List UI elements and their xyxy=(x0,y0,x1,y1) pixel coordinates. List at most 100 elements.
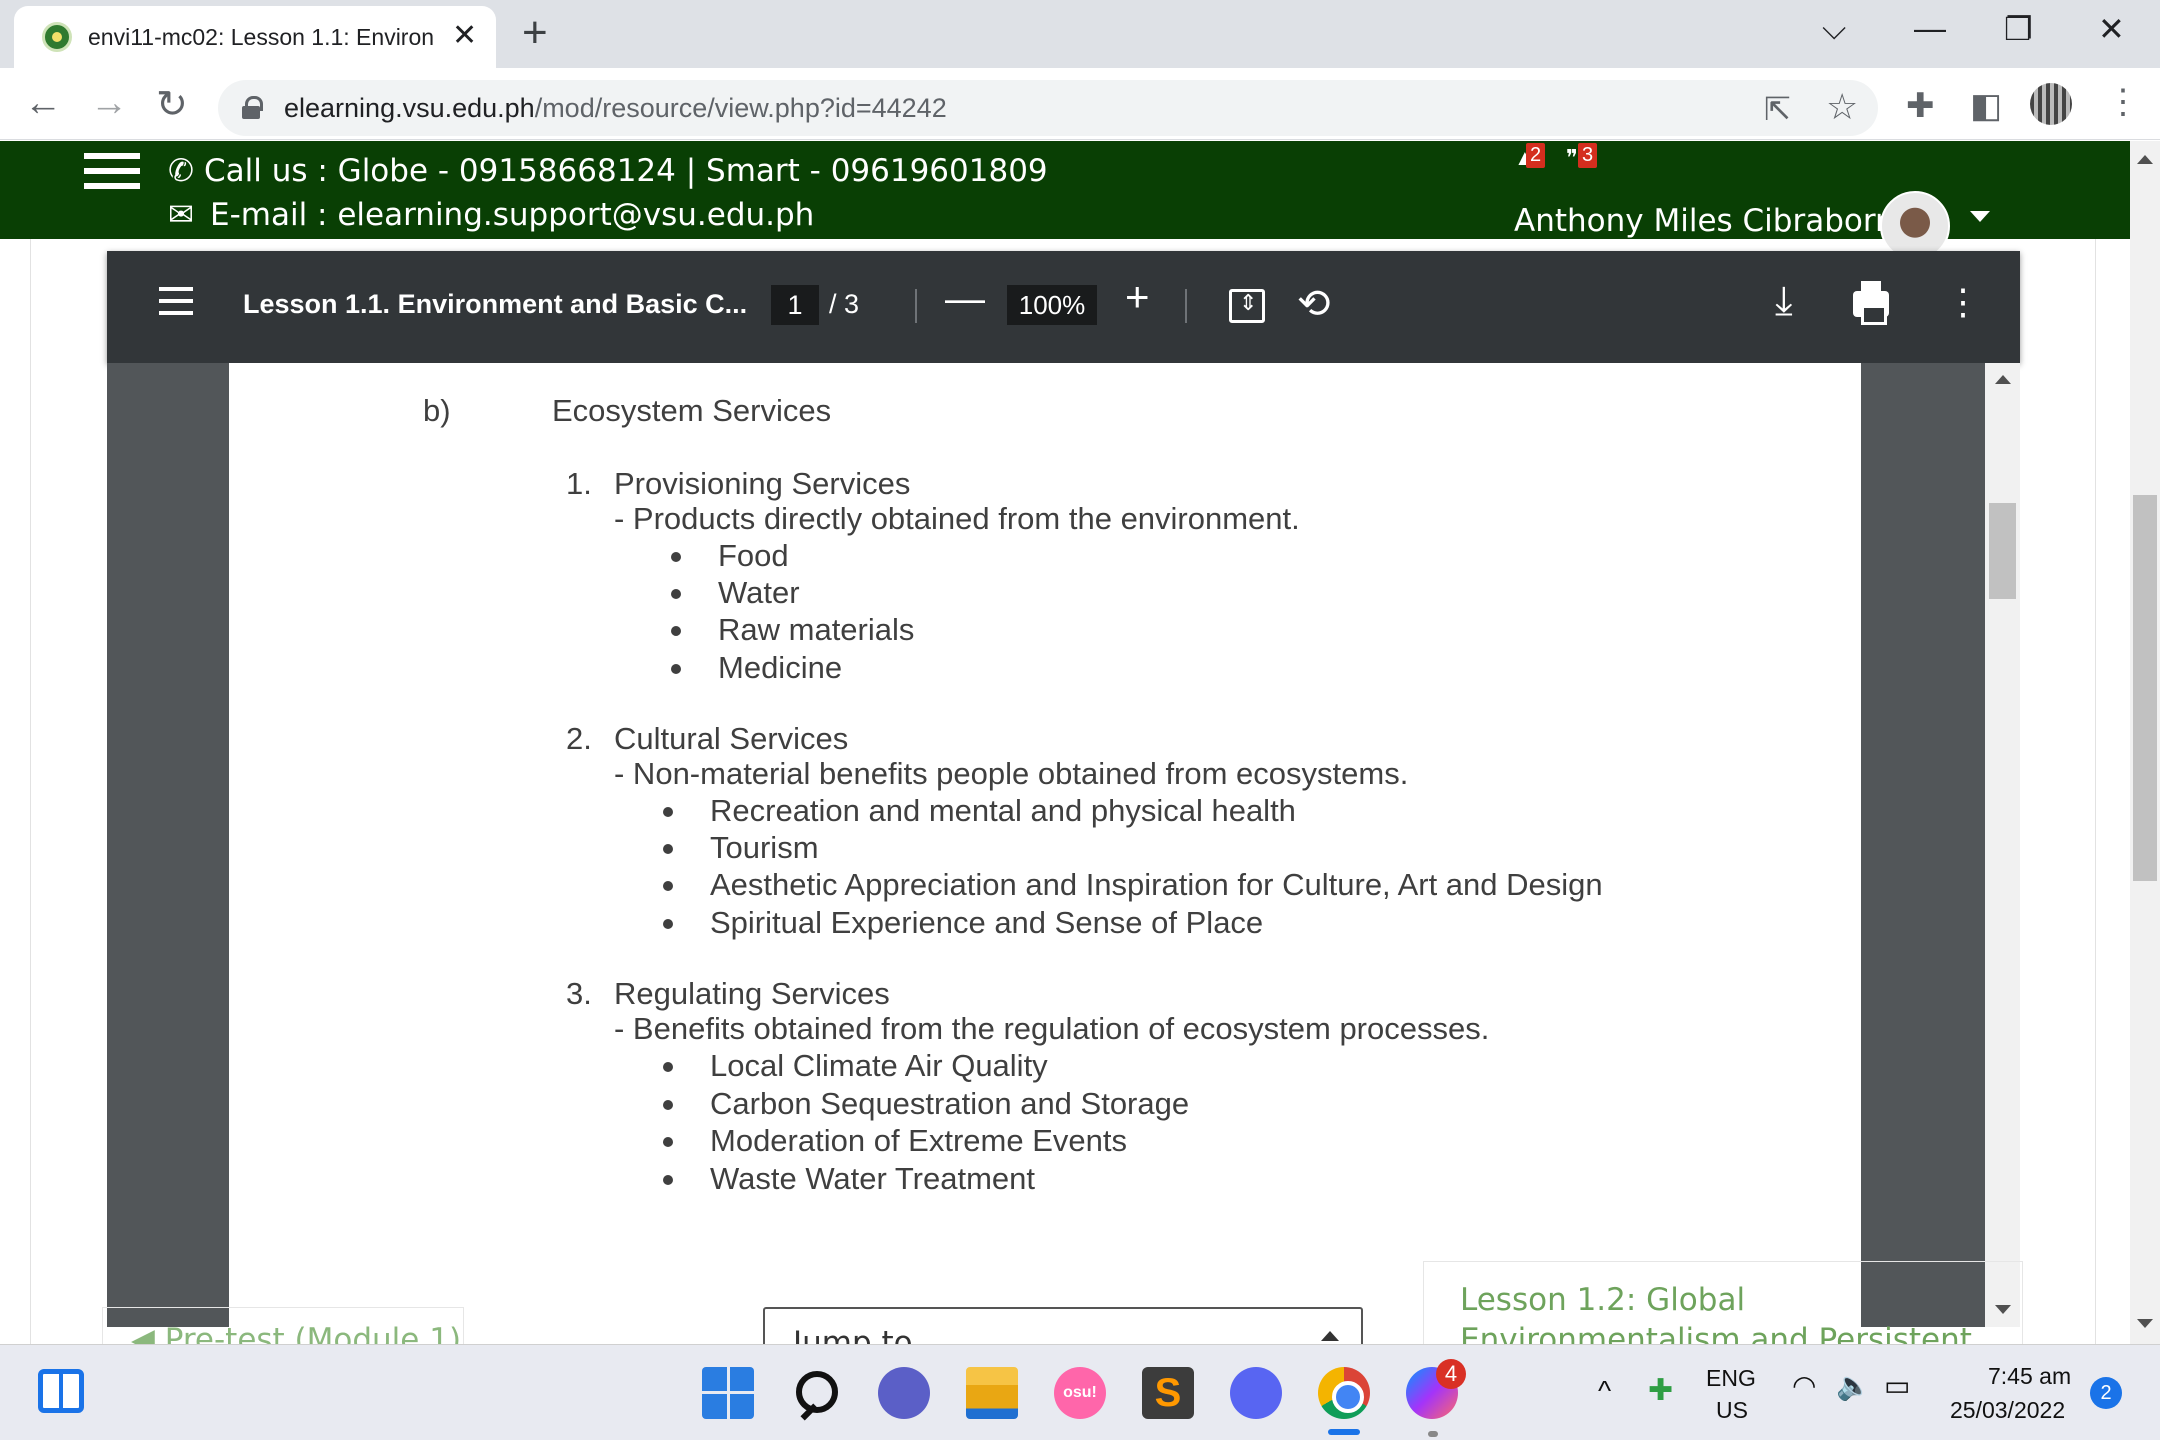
list-item: Medicine xyxy=(718,650,843,685)
user-name[interactable]: Anthony Miles Cibraborn xyxy=(1514,203,1895,239)
page-scrollbar-thumb[interactable] xyxy=(2133,495,2157,881)
site-favicon-icon xyxy=(42,22,72,52)
address-bar[interactable]: elearning.vsu.edu.ph/mod/resource/view.p… xyxy=(218,80,1878,136)
zoom-level-input[interactable]: 100% xyxy=(1007,285,1097,325)
service-number: 1. xyxy=(566,466,592,501)
jump-to-select[interactable]: Jump to... xyxy=(763,1307,1363,1344)
call-us-text: Call us : Globe - 09158668124 | Smart - … xyxy=(204,153,1048,189)
tab-search-chevron-icon[interactable]: ⌵ xyxy=(1822,10,1846,48)
pdf-title: Lesson 1.1. Environment and Basic C... xyxy=(243,289,748,319)
pdf-more-options-icon[interactable]: ⋮ xyxy=(1945,281,1981,323)
list-item: Water xyxy=(718,575,800,610)
profile-avatar-icon[interactable] xyxy=(2030,83,2072,125)
notifications-count-badge[interactable]: 2 xyxy=(1526,143,1546,168)
previous-activity-link[interactable]: ◀ Pre-test (Module 1) xyxy=(131,1322,461,1344)
toolbar-divider xyxy=(915,289,917,323)
next-activity-box[interactable]: Lesson 1.2: Global Environmentalism and … xyxy=(1423,1261,2023,1344)
new-tab-button[interactable]: + xyxy=(522,8,548,58)
share-icon[interactable]: ⇱ xyxy=(1764,90,1791,128)
list-item: Recreation and mental and physical healt… xyxy=(710,793,1296,828)
battery-icon[interactable]: ▭ xyxy=(1884,1369,1910,1402)
file-explorer-icon[interactable] xyxy=(966,1367,1018,1419)
osu-icon[interactable]: osu! xyxy=(1054,1367,1106,1419)
messages-chat-icon[interactable]: ❞ xyxy=(1566,145,1578,171)
messages-count-badge[interactable]: 3 xyxy=(1578,143,1598,168)
list-item: Raw materials xyxy=(718,612,915,647)
close-tab-icon[interactable]: ✕ xyxy=(452,18,477,53)
restore-window-icon[interactable]: ❐ xyxy=(2004,10,2033,48)
language-code[interactable]: ENG xyxy=(1706,1365,1756,1392)
web-page: ✆ Call us : Globe - 09158668124 | Smart … xyxy=(0,141,2160,1344)
browser-tab[interactable]: envi11-mc02: Lesson 1.1: Environ ✕ xyxy=(14,6,496,68)
clock-date[interactable]: 25/03/2022 xyxy=(1950,1397,2065,1424)
wifi-icon[interactable]: ◠ xyxy=(1792,1369,1816,1402)
jump-to-label: Jump to... xyxy=(793,1325,942,1344)
bullet-icon xyxy=(663,807,673,817)
page-scroll-down-icon[interactable] xyxy=(2137,1319,2153,1328)
content-border-left xyxy=(30,239,31,1344)
pdf-scrollbar-thumb[interactable] xyxy=(1989,503,2016,599)
extensions-puzzle-icon[interactable]: ✚ xyxy=(1906,86,1935,126)
notification-center-badge[interactable]: 2 xyxy=(2090,1377,2122,1409)
zoom-in-icon[interactable]: + xyxy=(1125,273,1150,321)
windows-start-icon[interactable] xyxy=(702,1367,754,1419)
pdf-page-total: / 3 xyxy=(829,289,860,319)
zoom-out-icon[interactable]: — xyxy=(945,277,985,322)
pdf-page-input[interactable]: 1 xyxy=(771,285,819,325)
widgets-icon[interactable] xyxy=(38,1369,84,1413)
chrome-icon[interactable] xyxy=(1318,1367,1370,1419)
volume-icon[interactable]: 🔈 xyxy=(1836,1369,1871,1402)
section-letter: b) xyxy=(423,393,451,428)
url-text[interactable]: elearning.vsu.edu.ph/mod/resource/view.p… xyxy=(284,93,947,124)
list-item: Local Climate Air Quality xyxy=(710,1048,1048,1083)
page-scroll-up-icon[interactable] xyxy=(2137,155,2153,164)
page-scrollbar[interactable] xyxy=(2130,141,2160,1344)
scroll-up-arrow-icon[interactable] xyxy=(1995,375,2011,384)
show-hidden-icons-chevron-icon[interactable]: ^ xyxy=(1598,1375,1611,1407)
reload-icon[interactable]: ↻ xyxy=(156,82,188,127)
fit-to-page-icon[interactable] xyxy=(1229,289,1265,323)
site-menu-icon[interactable] xyxy=(84,153,140,197)
list-item: Tourism xyxy=(710,830,819,865)
service-number: 2. xyxy=(566,721,592,756)
sublime-text-icon[interactable]: S xyxy=(1142,1367,1194,1419)
phone-icon: ✆ xyxy=(168,153,194,189)
bullet-icon xyxy=(663,881,673,891)
tray-app-icon[interactable]: ✚ xyxy=(1648,1373,1673,1408)
envelope-icon: ✉ xyxy=(168,197,194,233)
minimize-window-icon[interactable]: — xyxy=(1914,10,1946,47)
print-icon[interactable] xyxy=(1853,281,1889,325)
list-item: Waste Water Treatment xyxy=(710,1161,1036,1196)
forward-arrow-icon[interactable]: → xyxy=(90,82,128,125)
browser-menu-icon[interactable]: ⋮ xyxy=(2106,82,2140,122)
tab-title: envi11-mc02: Lesson 1.1: Environ xyxy=(88,24,435,50)
rotate-icon[interactable]: ⟲ xyxy=(1297,281,1331,327)
bullet-icon xyxy=(663,844,673,854)
bookmark-star-icon[interactable]: ☆ xyxy=(1826,86,1858,128)
side-panel-icon[interactable]: ◧ xyxy=(1970,86,2002,126)
next-activity-link[interactable]: Lesson 1.2: Global Environmentalism and … xyxy=(1460,1280,2020,1344)
list-item: Spiritual Experience and Sense of Place xyxy=(710,905,1264,940)
pdf-viewport[interactable]: b) Ecosystem Services 1. Provisioning Se… xyxy=(107,363,2020,1327)
user-menu-caret-icon[interactable] xyxy=(1970,211,1990,222)
previous-activity-box[interactable]: ◀ Pre-test (Module 1) xyxy=(102,1307,464,1344)
language-region[interactable]: US xyxy=(1716,1397,1748,1424)
bullet-icon xyxy=(671,589,681,599)
lock-icon[interactable] xyxy=(242,96,263,119)
discord-icon[interactable] xyxy=(1230,1367,1282,1419)
browser-tab-strip: envi11-mc02: Lesson 1.1: Environ ✕ + ⌵ —… xyxy=(0,0,2160,68)
search-icon[interactable] xyxy=(790,1367,842,1419)
pdf-scrollbar[interactable] xyxy=(1985,363,2020,1327)
content-border-right xyxy=(2095,239,2096,1344)
bullet-icon xyxy=(671,552,681,562)
service-number: 3. xyxy=(566,976,592,1011)
close-window-icon[interactable]: ✕ xyxy=(2098,10,2125,48)
browser-toolbar: ← → ↻ elearning.vsu.edu.ph/mod/resource/… xyxy=(0,68,2160,140)
list-item: Food xyxy=(718,538,789,573)
clock-time[interactable]: 7:45 am xyxy=(1988,1363,2071,1390)
bullet-icon xyxy=(671,664,681,674)
teams-chat-icon[interactable] xyxy=(878,1367,930,1419)
pdf-sidebar-menu-icon[interactable] xyxy=(159,287,193,323)
download-icon[interactable]: ⤓ xyxy=(1775,279,1793,324)
back-arrow-icon[interactable]: ← xyxy=(24,82,62,125)
